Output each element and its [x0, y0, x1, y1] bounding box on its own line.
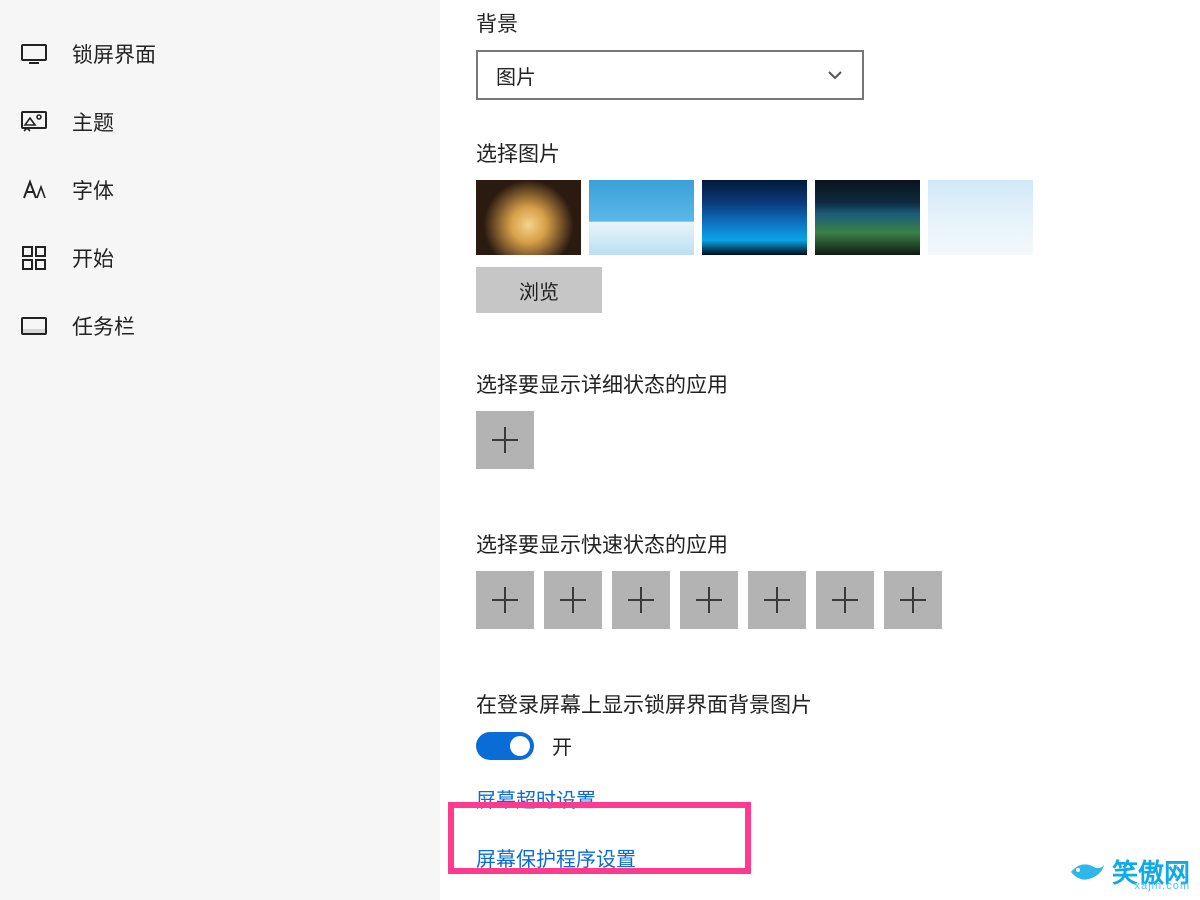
start-icon — [20, 244, 48, 272]
add-detail-app-button[interactable] — [476, 411, 534, 469]
sidebar-item-lockscreen[interactable]: 锁屏界面 — [0, 20, 440, 88]
add-quick-app-button[interactable] — [544, 571, 602, 629]
picture-thumb[interactable] — [815, 180, 920, 255]
main-content: 背景 图片 选择图片 浏览 选择要显示详细状态的应用 选择要显示快速状态的应用 … — [440, 0, 1200, 900]
sidebar-item-label: 锁屏界面 — [72, 39, 156, 69]
picture-thumbnails — [476, 180, 1200, 255]
quick-status-label: 选择要显示快速状态的应用 — [476, 529, 1200, 559]
background-label: 背景 — [476, 8, 1200, 38]
add-quick-app-button[interactable] — [884, 571, 942, 629]
toggle-knob — [510, 736, 530, 756]
sidebar-item-fonts[interactable]: 字体 — [0, 156, 440, 224]
quick-status-row — [476, 571, 1200, 629]
watermark-sub: xajin.com — [1135, 880, 1190, 892]
sidebar-item-taskbar[interactable]: 任务栏 — [0, 292, 440, 360]
sidebar-item-label: 任务栏 — [72, 311, 135, 341]
show-bg-toggle[interactable] — [476, 732, 534, 760]
picture-thumb[interactable] — [702, 180, 807, 255]
sidebar: 锁屏界面 主题 字体 开始 任务栏 — [0, 0, 440, 900]
add-quick-app-button[interactable] — [816, 571, 874, 629]
add-quick-app-button[interactable] — [748, 571, 806, 629]
add-quick-app-button[interactable] — [680, 571, 738, 629]
detail-status-label: 选择要显示详细状态的应用 — [476, 369, 1200, 399]
choose-picture-label: 选择图片 — [476, 138, 1200, 168]
taskbar-icon — [20, 312, 48, 340]
add-quick-app-button[interactable] — [612, 571, 670, 629]
themes-icon — [20, 108, 48, 136]
sidebar-item-start[interactable]: 开始 — [0, 224, 440, 292]
watermark: 笑傲网 xajin.com — [1066, 853, 1190, 890]
screensaver-settings-link[interactable]: 屏幕保护程序设置 — [476, 843, 636, 872]
sidebar-item-themes[interactable]: 主题 — [0, 88, 440, 156]
chevron-down-icon — [826, 66, 844, 84]
lockscreen-icon — [20, 40, 48, 68]
watermark-fish-icon — [1066, 857, 1106, 887]
picture-thumb[interactable] — [589, 180, 694, 255]
detail-status-row — [476, 411, 1200, 469]
sidebar-item-label: 开始 — [72, 243, 114, 273]
background-select[interactable]: 图片 — [476, 50, 864, 100]
picture-thumb[interactable] — [928, 180, 1033, 255]
background-select-value: 图片 — [496, 61, 536, 90]
add-quick-app-button[interactable] — [476, 571, 534, 629]
fonts-icon — [20, 176, 48, 204]
browse-button[interactable]: 浏览 — [476, 267, 602, 313]
sidebar-item-label: 字体 — [72, 175, 114, 205]
sidebar-item-label: 主题 — [72, 107, 114, 137]
toggle-state-label: 开 — [552, 731, 572, 760]
screen-timeout-link[interactable]: 屏幕超时设置 — [476, 784, 596, 813]
show-bg-on-signin-label: 在登录屏幕上显示锁屏界面背景图片 — [476, 689, 1200, 719]
picture-thumb[interactable] — [476, 180, 581, 255]
app-root: 锁屏界面 主题 字体 开始 任务栏 背景 — [0, 0, 1200, 900]
